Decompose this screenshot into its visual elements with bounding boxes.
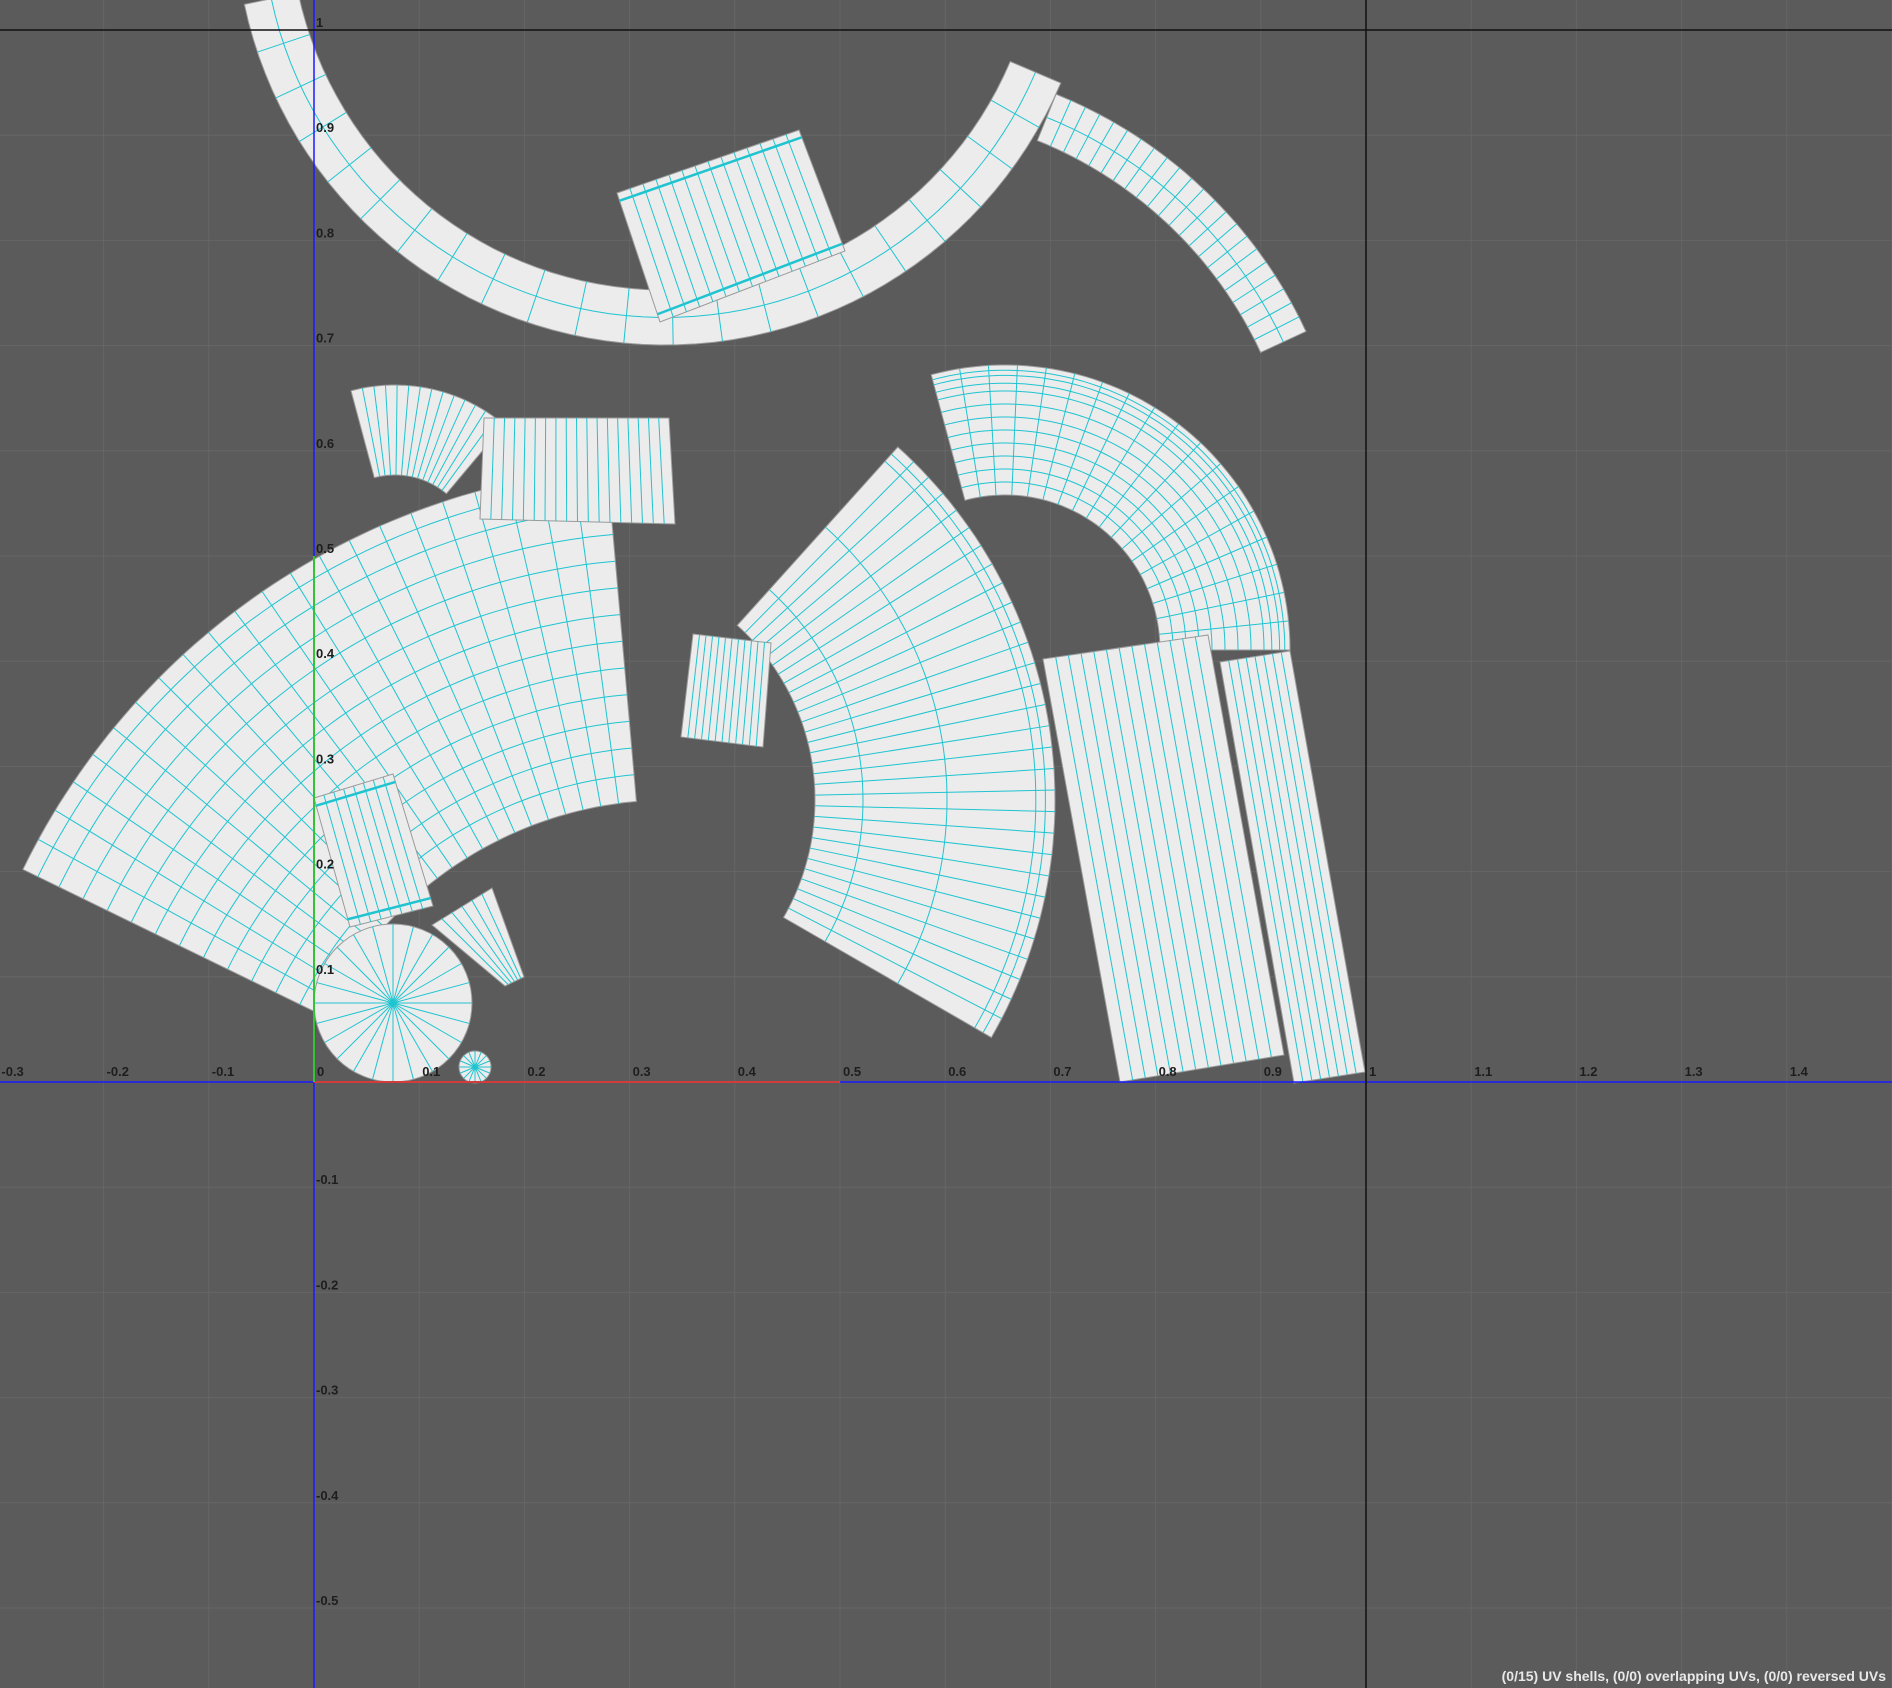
v-tick-label: 0.3 — [316, 751, 334, 766]
u-tick-label: 1.1 — [1474, 1064, 1492, 1079]
v-tick-label: 1 — [316, 15, 323, 30]
v-tick-label: -0.2 — [316, 1277, 338, 1292]
u-tick-label: 0.5 — [843, 1064, 861, 1079]
u-tick-label: 1.4 — [1790, 1064, 1809, 1079]
uv-shell-disk-large[interactable] — [313, 923, 473, 1083]
u-tick-label: -0.1 — [212, 1064, 234, 1079]
u-tick-label: 0.9 — [1264, 1064, 1282, 1079]
uv-shell-strip-small[interactable] — [680, 633, 772, 748]
uv-shells[interactable] — [22, 0, 1366, 1084]
v-tick-label: 0.7 — [316, 331, 334, 346]
v-tick-label: 0.2 — [316, 857, 334, 872]
v-tick-label: -0.5 — [316, 1593, 338, 1608]
v-tick-label: -0.4 — [316, 1488, 339, 1503]
u-tick-label: 0.6 — [948, 1064, 966, 1079]
status-text: (0/15) UV shells, (0/0) overlapping UVs,… — [1501, 1668, 1886, 1684]
v-tick-label: 0.6 — [316, 436, 334, 451]
u-tick-label: 1.3 — [1685, 1064, 1703, 1079]
u-tick-label: 0.7 — [1053, 1064, 1071, 1079]
uv-shell-band-mid[interactable] — [479, 417, 676, 525]
u-tick-label: 1.2 — [1579, 1064, 1597, 1079]
u-tick-label: 0.1 — [422, 1064, 440, 1079]
u-tick-label: 0.3 — [633, 1064, 651, 1079]
u-tick-label: 1 — [1369, 1064, 1376, 1079]
v-tick-label: 0.4 — [316, 646, 335, 661]
u-tick-label: 0.4 — [738, 1064, 757, 1079]
uv-shell-top-right-arc[interactable] — [1036, 93, 1307, 354]
u-tick-label: -0.2 — [107, 1064, 129, 1079]
u-tick-label: 0.8 — [1159, 1064, 1177, 1079]
uv-canvas[interactable]: -0.3 -0.2 -0.1 0 0.1 0.2 0.3 0.4 0.5 0.6 0.7 0.8 0.9… — [0, 0, 1892, 1688]
u-tick-label: 0 — [317, 1064, 324, 1079]
uv-shell-large-arc-center[interactable] — [736, 446, 1056, 1039]
v-tick-label: 0.5 — [316, 541, 334, 556]
v-tick-label: 0.8 — [316, 225, 334, 240]
uv-editor-viewport[interactable]: -0.3 -0.2 -0.1 0 0.1 0.2 0.3 0.4 0.5 0.6 0.7 0.8 0.9… — [0, 0, 1892, 1688]
v-tick-label: -0.1 — [316, 1172, 338, 1187]
v-tick-label: -0.3 — [316, 1383, 338, 1398]
u-tick-label: 0.2 — [527, 1064, 545, 1079]
u-tick-label: -0.3 — [1, 1064, 23, 1079]
v-tick-label: 0.9 — [316, 120, 334, 135]
uv-shell-disk-small[interactable] — [458, 1050, 492, 1084]
v-tick-label: 0.1 — [316, 962, 334, 977]
